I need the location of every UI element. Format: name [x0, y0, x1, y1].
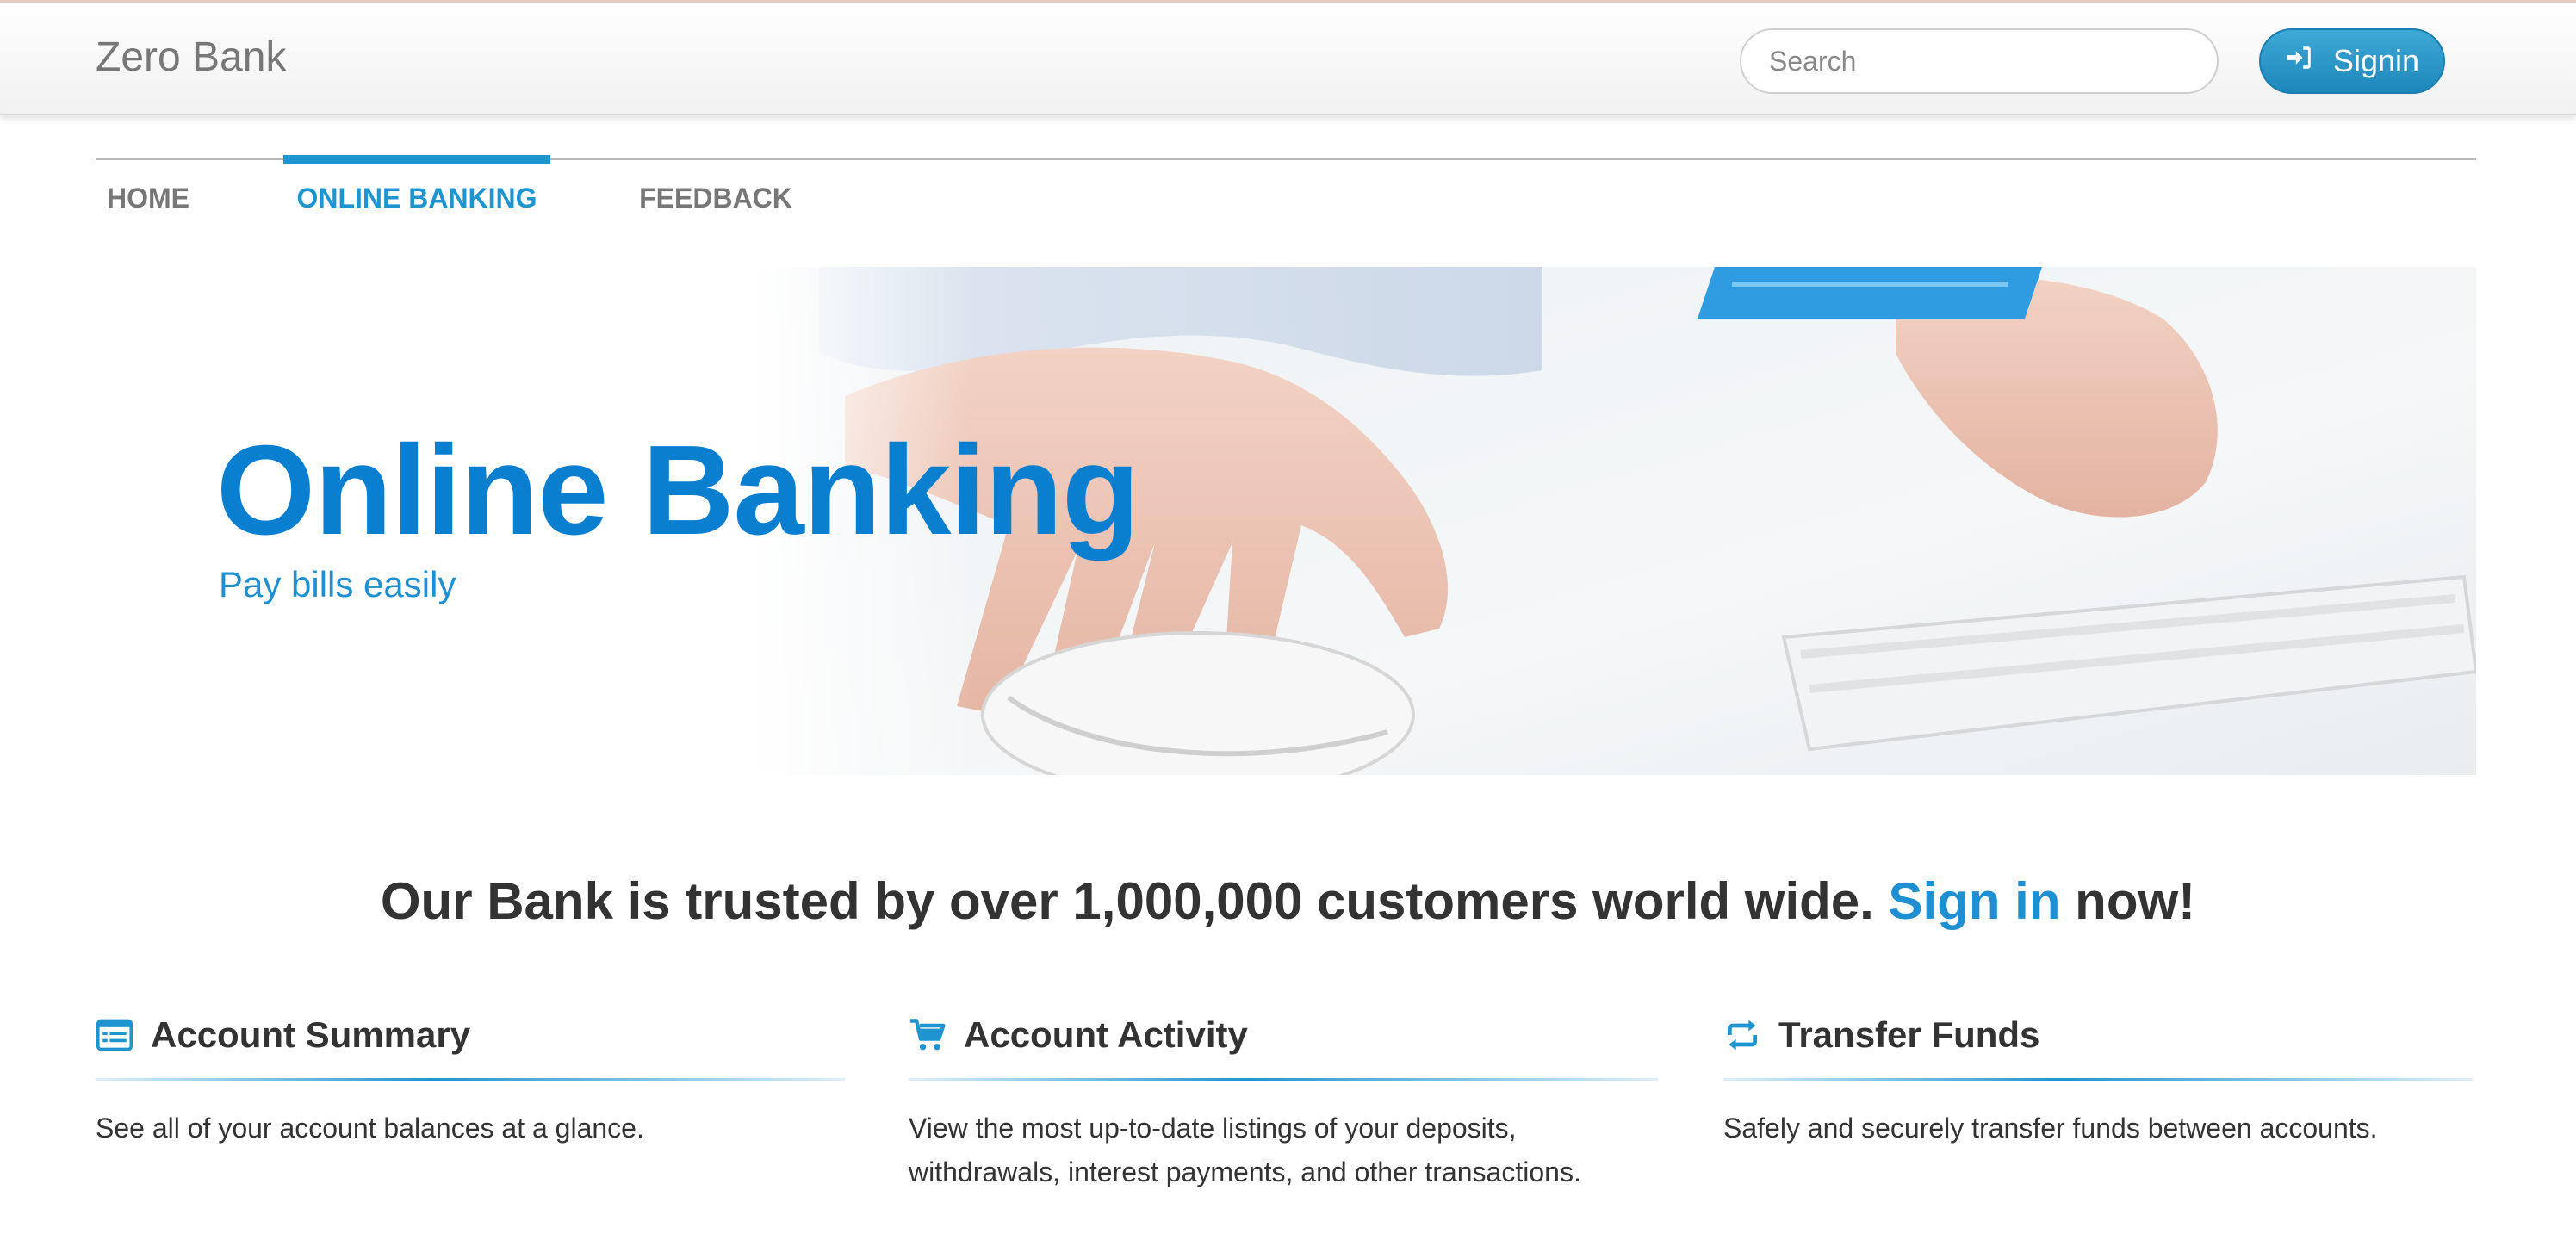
- feature-heading[interactable]: Account Summary: [96, 1007, 845, 1063]
- hero-title: Online Banking: [216, 419, 1139, 561]
- tab-feedback[interactable]: FEEDBACK: [634, 155, 798, 241]
- transfer-icon: [1727, 1020, 1758, 1051]
- feature-description: View the most up-to-date listings of you…: [909, 1113, 1581, 1187]
- trust-text: Our Bank is trusted by over 1,000,000 cu…: [380, 872, 1889, 930]
- signin-link[interactable]: Sign in: [1889, 872, 2061, 930]
- feature-divider: [96, 1078, 845, 1081]
- feature-description: See all of your account balances at a gl…: [96, 1113, 644, 1144]
- signin-label: Signin: [2332, 43, 2420, 78]
- feature-heading[interactable]: Transfer Funds: [1723, 1007, 2473, 1063]
- feature-account-summary: Account Summary See all of your account …: [96, 1007, 845, 1150]
- signin-icon: [2285, 43, 2314, 80]
- list-icon: [96, 1019, 133, 1051]
- feature-divider: [1723, 1078, 2473, 1081]
- hero-subtitle: Pay bills easily: [219, 564, 456, 604]
- feature-title: Account Activity: [964, 1014, 1248, 1055]
- trust-text-end: now!: [2060, 872, 2196, 930]
- cart-icon: [909, 1019, 946, 1051]
- feature-divider: [909, 1078, 1658, 1081]
- feature-heading[interactable]: Account Activity: [909, 1007, 1658, 1063]
- hero-banner: Online Banking Pay bills easily: [96, 267, 2476, 775]
- feature-description: Safely and securely transfer funds betwe…: [1723, 1113, 2378, 1144]
- brand-logo[interactable]: Zero Bank: [96, 34, 286, 81]
- feature-transfer-funds: Transfer Funds Safely and securely trans…: [1723, 1007, 2473, 1150]
- tab-home[interactable]: HOME: [96, 155, 201, 241]
- trust-statement: Our Bank is trusted by over 1,000,000 cu…: [0, 871, 2576, 931]
- feature-title: Transfer Funds: [1778, 1014, 2040, 1055]
- feature-title: Account Summary: [151, 1014, 471, 1055]
- feature-account-activity: Account Activity View the most up-to-dat…: [909, 1007, 1658, 1194]
- tab-online-banking[interactable]: ONLINE BANKING: [283, 155, 550, 241]
- search-input[interactable]: [1740, 28, 2219, 94]
- top-navbar: Zero Bank Signin: [0, 0, 2576, 115]
- signin-button[interactable]: Signin: [2259, 28, 2445, 94]
